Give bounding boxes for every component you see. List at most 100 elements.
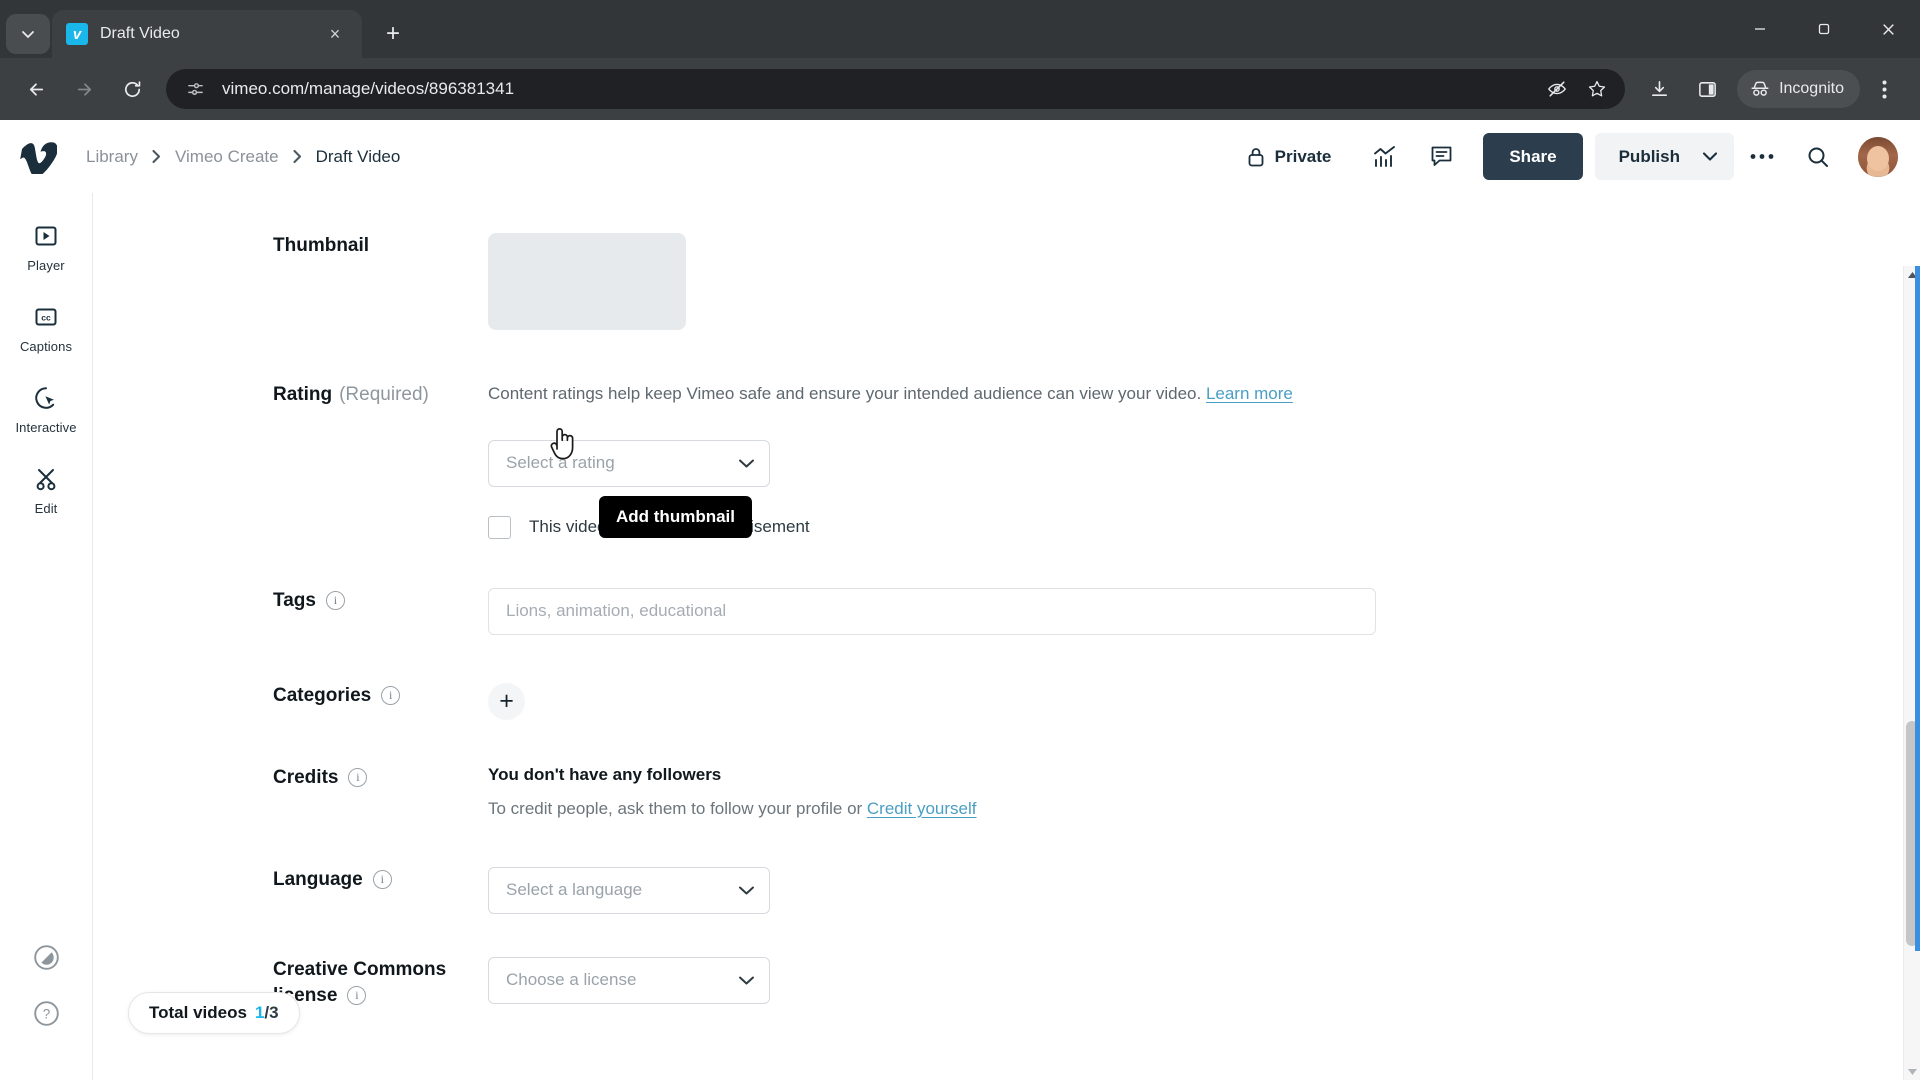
rail-item-player[interactable]: Player <box>9 221 83 273</box>
address-bar[interactable]: vimeo.com/manage/videos/896381341 <box>166 69 1626 109</box>
license-select-value: Choose a license <box>506 970 637 990</box>
field-thumbnail <box>488 233 1920 330</box>
info-icon[interactable]: i <box>325 591 345 611</box>
reload-icon[interactable] <box>112 69 152 109</box>
info-icon[interactable]: i <box>372 870 392 890</box>
learn-more-link[interactable]: Learn more <box>1206 384 1293 403</box>
incognito-label: Incognito <box>1779 80 1844 97</box>
tab-strip: v Draft Video × + <box>0 0 1920 58</box>
chevron-down-icon <box>1702 151 1718 162</box>
scissors-edit-icon <box>33 464 59 494</box>
left-rail: Player cc Captions Interactive Edit ? <box>0 193 93 1080</box>
rating-select[interactable]: Select a rating <box>488 439 770 487</box>
downloads-icon[interactable] <box>1639 69 1679 109</box>
vimeo-logo-icon[interactable] <box>18 137 58 177</box>
label-creative-commons-text: Creative Commons <box>273 958 447 980</box>
label-thumbnail: Thumbnail <box>273 235 370 256</box>
comment-icon[interactable] <box>1421 137 1461 177</box>
info-icon[interactable]: i <box>348 768 368 788</box>
chevron-right-icon <box>151 149 162 164</box>
rail-item-edit[interactable]: Edit <box>9 464 83 516</box>
credits-subtitle-text: To credit people, ask them to follow you… <box>488 798 867 818</box>
help-question-icon[interactable]: ? <box>33 1000 60 1032</box>
tracking-protection-icon[interactable] <box>1540 72 1574 106</box>
page-viewport: Library Vimeo Create Draft Video Private <box>0 120 1920 1080</box>
publish-button[interactable]: Publish <box>1594 133 1734 180</box>
avatar-face <box>1867 145 1889 171</box>
thumbnail-dropzone[interactable] <box>488 233 686 330</box>
label-categories: Categories i <box>273 683 488 707</box>
advertisement-checkbox[interactable] <box>488 515 511 539</box>
browser-tab[interactable]: v Draft Video × <box>52 10 362 58</box>
row-categories: Categories i + <box>273 682 1920 720</box>
svg-text:?: ? <box>42 1007 50 1022</box>
rail-item-captions[interactable]: cc Captions <box>9 302 83 354</box>
breadcrumb: Library Vimeo Create Draft Video <box>86 147 400 167</box>
settings-form: Thumbnail Rating (Required) Content rati… <box>93 193 1920 1080</box>
rating-select-value: Select a rating <box>506 453 615 473</box>
browser-toolbar: vimeo.com/manage/videos/896381341 Incogn… <box>0 58 1920 120</box>
scroll-down-arrow-icon[interactable] <box>1904 1063 1920 1080</box>
row-tags: Tags i Lions, animation, educational <box>273 587 1920 635</box>
breadcrumb-item-library[interactable]: Library <box>86 147 138 167</box>
chevron-down-icon <box>738 885 755 896</box>
tab-title: Draft Video <box>100 25 180 42</box>
new-tab-button[interactable]: + <box>374 15 412 53</box>
close-window-button[interactable] <box>1856 0 1920 58</box>
total-videos-count: 1/3 <box>255 1003 279 1023</box>
header-actions: Private Share Publish <box>1246 133 1898 180</box>
language-select-value: Select a language <box>506 880 643 900</box>
kebab-menu-icon[interactable] <box>1864 69 1904 109</box>
rail-bottom-actions: ? <box>0 944 92 1056</box>
field-tags: Lions, animation, educational <box>488 587 1920 635</box>
license-select[interactable]: Choose a license <box>488 956 770 1004</box>
privacy-label: Private <box>1274 146 1332 166</box>
total-videos-badge[interactable]: Total videos 1/3 <box>128 992 300 1034</box>
ellipsis-icon[interactable] <box>1742 137 1782 177</box>
site-settings-icon[interactable] <box>182 76 208 102</box>
tab-search-button[interactable] <box>6 14 50 54</box>
incognito-indicator[interactable]: Incognito <box>1737 70 1860 108</box>
rail-label-player: Player <box>27 258 65 273</box>
browser-window: v Draft Video × + vimeo.com/manage/video… <box>0 0 1920 1080</box>
avatar[interactable] <box>1858 136 1898 177</box>
lock-icon <box>1248 147 1264 166</box>
breadcrumb-item-draft-video: Draft Video <box>315 146 401 166</box>
scroll-focus-highlight <box>1915 266 1920 951</box>
back-icon[interactable] <box>16 69 56 109</box>
rail-label-interactive: Interactive <box>15 420 77 435</box>
share-button[interactable]: Share <box>1483 133 1583 180</box>
forward-icon <box>64 69 104 109</box>
total-videos-label: Total videos <box>149 1003 247 1022</box>
app-header: Library Vimeo Create Draft Video Private <box>0 120 1920 193</box>
side-panel-icon[interactable] <box>1687 69 1727 109</box>
bookmark-star-icon[interactable] <box>1580 72 1614 106</box>
add-category-button[interactable]: + <box>488 682 525 720</box>
rating-description-text: Content ratings help keep Vimeo safe and… <box>488 384 1202 403</box>
close-tab-icon[interactable]: × <box>322 21 348 47</box>
rail-label-captions: Captions <box>19 339 73 354</box>
label-tags-text: Tags <box>273 589 316 611</box>
language-select[interactable]: Select a language <box>488 866 770 914</box>
analytics-icon[interactable] <box>1365 137 1405 177</box>
accessibility-contrast-icon[interactable] <box>33 944 60 976</box>
rail-item-interactive[interactable]: Interactive <box>9 383 83 435</box>
maximize-button[interactable] <box>1792 0 1856 58</box>
row-creative-commons: Creative Commons license i Choose a lice… <box>273 956 1920 1007</box>
label-tags: Tags i <box>273 588 488 612</box>
credit-yourself-link[interactable]: Credit yourself <box>867 799 977 818</box>
info-icon[interactable]: i <box>381 686 401 706</box>
info-icon[interactable]: i <box>347 986 367 1006</box>
breadcrumb-item-vimeo-create[interactable]: Vimeo Create <box>175 147 279 167</box>
tags-input[interactable]: Lions, animation, educational <box>488 587 1376 635</box>
minimize-button[interactable] <box>1728 0 1792 58</box>
credits-title: You don't have any followers <box>488 764 722 784</box>
player-icon <box>33 221 59 251</box>
row-rating: Rating (Required) Content ratings help k… <box>273 382 1920 539</box>
chevron-right-icon-2 <box>292 149 303 164</box>
label-creative-commons: Creative Commons license i <box>273 957 488 1007</box>
field-language: Select a language <box>488 866 1920 914</box>
privacy-status[interactable]: Private <box>1246 146 1332 168</box>
svg-text:cc: cc <box>41 313 51 323</box>
search-icon[interactable] <box>1798 137 1838 177</box>
